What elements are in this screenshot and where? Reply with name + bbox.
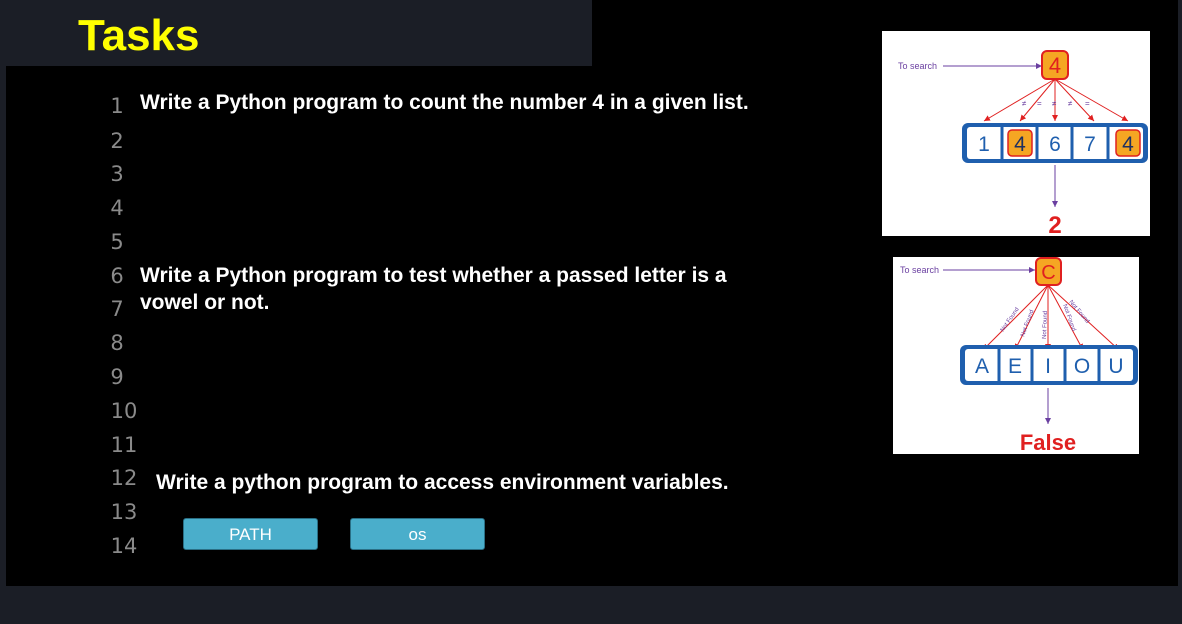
list-item: A [975,355,989,378]
list-item: E [1008,355,1022,378]
path-button[interactable]: PATH [183,518,318,550]
list-item: 6 [1049,133,1061,156]
result-value: False [1020,430,1076,454]
result-value: 2 [1048,212,1061,236]
line-number-3: 3 [110,162,124,186]
edge-label: Not Found [1020,309,1035,337]
comparison-symbol: = [1037,99,1042,108]
list-item: O [1074,355,1090,378]
to-search-label: To search [900,265,939,275]
list-item: 7 [1084,133,1096,156]
line-number-10: 10 [110,399,138,423]
comparison-symbol: ≠ [1068,99,1073,108]
comparison-symbol: ≠ [1022,99,1027,108]
target-value: C [1041,262,1055,284]
line-number-7: 7 [110,297,124,321]
list-item: 1 [978,133,990,156]
line-number-4: 4 [110,196,124,220]
comparison-symbol: ≠ [1052,99,1057,108]
comparison-edge [1054,78,1129,122]
page-title: Tasks [78,11,200,60]
line-number-13: 13 [110,500,138,524]
task-2-text-line2: vowel or not. [140,291,270,314]
edge-label: Not Found [1000,307,1021,333]
task-2-text-line1: Write a Python program to test whether a… [140,264,727,287]
line-number-1: 1 [110,94,124,118]
list-item: 4 [1014,133,1026,156]
line-number-6: 6 [110,264,124,288]
count-diagram: To search 4 ≠ = ≠ ≠ = 1 4 6 7 4 2 [898,50,1148,236]
vowel-diagram-image: To search C Not Found Not Found Not Foun… [893,257,1139,454]
target-value: 4 [1049,53,1061,78]
line-number-14: 14 [110,534,138,558]
task-3-text: Write a python program to access environ… [156,471,729,494]
task-1-text: Write a Python program to count the numb… [140,91,749,114]
to-search-label: To search [898,61,937,71]
line-number-2: 2 [110,129,124,153]
list-item: U [1108,355,1123,378]
line-number-11: 11 [110,433,138,457]
list-item: 4 [1122,133,1134,156]
bottom-bar [6,586,1178,624]
comparison-symbol: = [1085,99,1090,108]
os-button[interactable]: os [350,518,485,550]
count-diagram-image: To search 4 ≠ = ≠ ≠ = 1 4 6 7 4 2 [882,31,1150,236]
vowel-diagram: To search C Not Found Not Found Not Foun… [900,257,1138,454]
edge-label: Not Found [1042,311,1049,339]
line-number-12: 12 [110,466,138,490]
line-number-8: 8 [110,331,124,355]
list-item: I [1045,355,1051,378]
line-number-9: 9 [110,365,124,389]
comparison-edge [983,78,1056,122]
line-number-5: 5 [110,230,124,254]
